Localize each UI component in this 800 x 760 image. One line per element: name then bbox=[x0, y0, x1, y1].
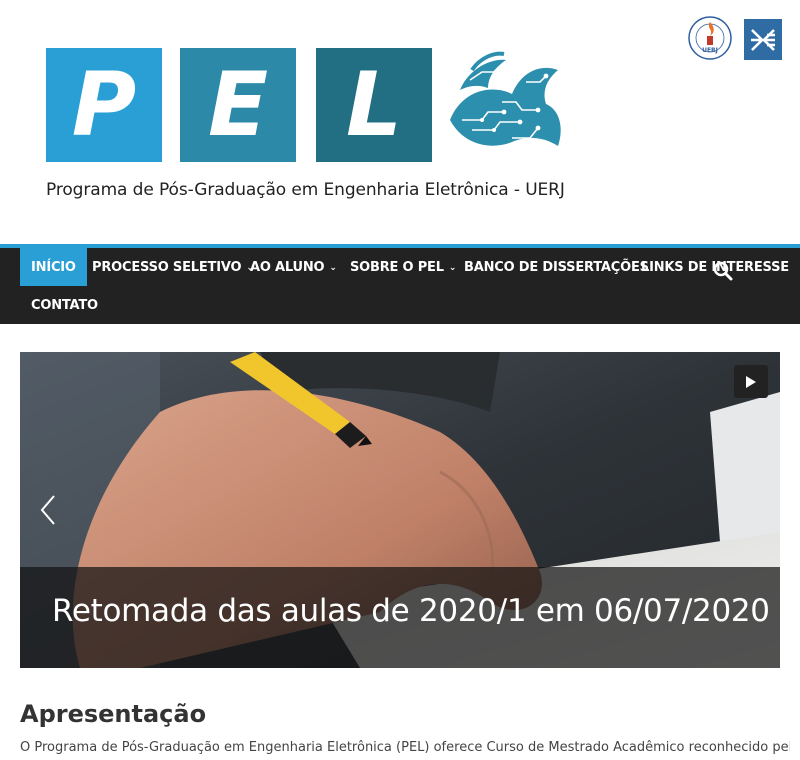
section-text: O Programa de Pós-Graduação em Engenhari… bbox=[20, 740, 790, 755]
circuit-fish-logo-icon bbox=[450, 51, 561, 146]
nav-item-banco-de-dissertacoes[interactable]: BANCO DE DISSERTAÇÕES bbox=[453, 248, 660, 286]
site-subtitle: Programa de Pós-Graduação em Engenharia … bbox=[46, 180, 565, 200]
nav-item-label: INÍCIO bbox=[31, 259, 76, 275]
nav-item-label: SOBRE O PEL bbox=[350, 259, 444, 275]
cte-logo[interactable] bbox=[744, 19, 782, 60]
nav-item-label: PROCESSO SELETIVO bbox=[92, 259, 242, 275]
main-navigation: INÍCIO PROCESSO SELETIVO ⌄ AO ALUNO ⌄ SOBR… bbox=[0, 244, 800, 324]
slide-caption-bar: Retomada das aulas de 2020/1 em 06/07/20… bbox=[20, 567, 780, 668]
uerj-seal-text: UERJ bbox=[702, 47, 718, 54]
nav-item-inicio[interactable]: INÍCIO bbox=[20, 248, 87, 286]
section-title: Apresentação bbox=[20, 700, 207, 728]
logo-letter-l-text: L bbox=[345, 53, 403, 156]
nav-item-contato[interactable]: CONTATO bbox=[20, 286, 109, 324]
nav-item-processo-seletivo[interactable]: PROCESSO SELETIVO ⌄ bbox=[81, 248, 265, 286]
uerj-seal-logo[interactable]: UERJ bbox=[688, 16, 732, 60]
logo-letter-p-text: P bbox=[71, 53, 137, 156]
search-icon[interactable] bbox=[712, 260, 734, 282]
site-header: P E L Programa de Pós-Graduação em Engen… bbox=[0, 0, 800, 244]
hero-slider[interactable]: Retomada das aulas de 2020/1 em 06/07/20… bbox=[20, 352, 780, 668]
logo-letter-l[interactable]: L bbox=[316, 48, 432, 162]
play-button[interactable] bbox=[734, 365, 768, 398]
nav-item-ao-aluno[interactable]: AO ALUNO ⌄ bbox=[239, 248, 348, 286]
nav-item-sobre-o-pel[interactable]: SOBRE O PEL ⌄ bbox=[339, 248, 467, 286]
logo-letter-p[interactable]: P bbox=[46, 48, 162, 162]
nav-item-label: CONTATO bbox=[31, 297, 98, 313]
logo-letter-e-text: E bbox=[207, 53, 269, 156]
nav-item-label: BANCO DE DISSERTAÇÕES bbox=[464, 259, 649, 275]
slide-caption[interactable]: Retomada das aulas de 2020/1 em 06/07/20… bbox=[52, 593, 770, 629]
nav-item-label: AO ALUNO bbox=[250, 259, 325, 275]
logo-letter-e[interactable]: E bbox=[180, 48, 296, 162]
chevron-down-icon: ⌄ bbox=[329, 263, 337, 273]
cte-logo-icon bbox=[751, 28, 775, 51]
prev-arrow-icon[interactable] bbox=[38, 492, 60, 528]
play-icon bbox=[746, 375, 756, 388]
